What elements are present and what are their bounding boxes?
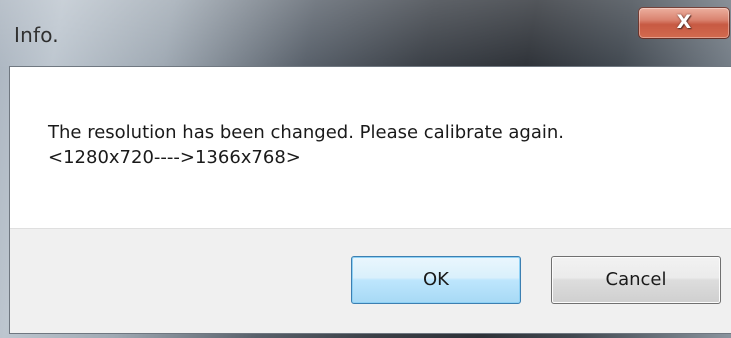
close-button[interactable]: X — [638, 7, 730, 39]
message-text-line-1: The resolution has been changed. Please … — [48, 122, 565, 143]
button-bar: OK Cancel — [10, 228, 731, 333]
window-title: Info. — [14, 23, 59, 47]
ok-button[interactable]: OK — [351, 256, 521, 304]
cancel-button[interactable]: Cancel — [551, 256, 721, 304]
dialog-client-area: The resolution has been changed. Please … — [9, 66, 731, 334]
close-icon: X — [676, 11, 692, 33]
message-area: The resolution has been changed. Please … — [10, 67, 731, 228]
info-dialog-window: Info. X The resolution has been changed.… — [0, 0, 731, 338]
message-text-line-2: <1280x720---->1366x768> — [48, 147, 301, 168]
